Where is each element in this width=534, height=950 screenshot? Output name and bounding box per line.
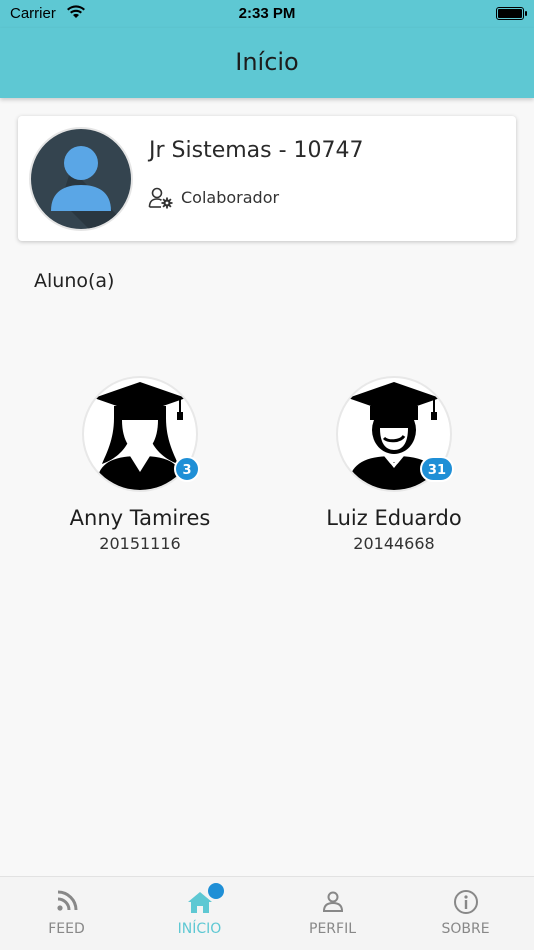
status-bar: Carrier 2:33 PM xyxy=(0,0,534,28)
student-avatar: 31 xyxy=(336,376,454,492)
clock: 2:33 PM xyxy=(238,5,296,22)
student-id: 20144668 xyxy=(353,534,435,553)
profile-role: Colaborador xyxy=(181,188,280,207)
tab-feed[interactable]: FEED xyxy=(0,877,133,950)
battery-icon xyxy=(496,7,527,20)
notification-badge: 31 xyxy=(419,456,454,482)
page-title: Início xyxy=(235,48,299,76)
tab-bar: FEED INÍCIO PERFIL SOBRE xyxy=(0,876,534,950)
tab-sobre[interactable]: SOBRE xyxy=(399,877,532,950)
section-title: Aluno(a) xyxy=(34,270,115,292)
student-avatar: 3 xyxy=(82,376,200,492)
tab-perfil[interactable]: PERFIL xyxy=(266,877,399,950)
rss-icon xyxy=(55,889,79,917)
student-card-anny[interactable]: 3 Anny Tamires 20151116 xyxy=(40,376,240,553)
nav-bar: Início xyxy=(0,28,534,98)
notification-badge: 3 xyxy=(174,456,200,482)
tab-label: SOBRE xyxy=(441,921,490,937)
notification-dot xyxy=(208,883,224,899)
student-name: Luiz Eduardo xyxy=(326,506,462,530)
user-gear-icon xyxy=(148,187,174,213)
student-card-luiz[interactable]: 31 Luiz Eduardo 20144668 xyxy=(294,376,494,553)
student-name: Anny Tamires xyxy=(69,506,211,530)
tab-label: FEED xyxy=(48,921,85,937)
tab-label: PERFIL xyxy=(309,921,356,937)
profile-name: Jr Sistemas - 10747 xyxy=(149,138,364,163)
user-avatar-icon xyxy=(51,146,131,229)
avatar xyxy=(29,127,133,231)
tab-inicio[interactable]: INÍCIO xyxy=(133,877,266,950)
info-icon xyxy=(453,889,479,919)
student-id: 20151116 xyxy=(99,534,181,553)
user-icon xyxy=(321,889,345,917)
profile-card[interactable]: Jr Sistemas - 10747 Colaborador xyxy=(18,116,516,241)
tab-label: INÍCIO xyxy=(177,921,222,937)
